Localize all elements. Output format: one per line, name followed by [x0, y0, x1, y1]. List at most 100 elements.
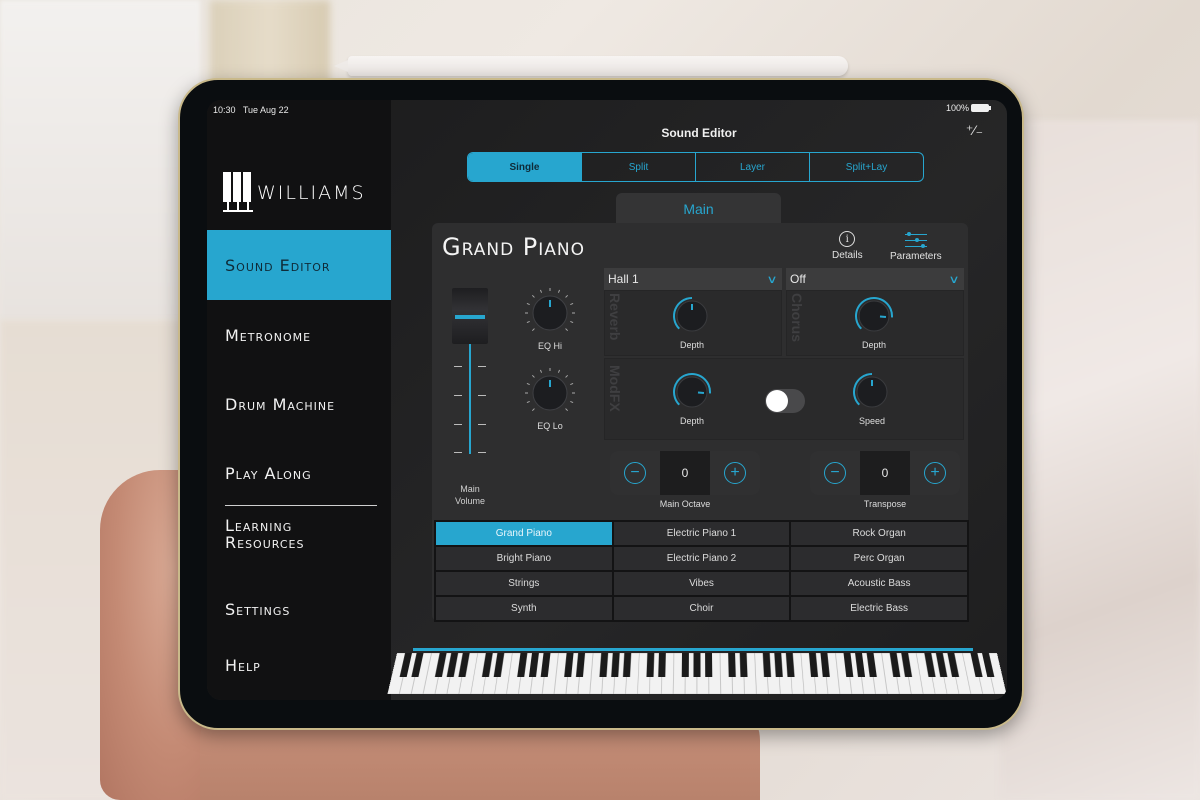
black-key[interactable]: [762, 653, 772, 678]
transpose-stepper: − 0 +: [810, 451, 960, 495]
status-date: Tue Aug 22: [242, 105, 289, 115]
mode-segmented-control: Single Split Layer Split+Lay: [467, 152, 924, 182]
knob-tick: [539, 369, 543, 373]
preset-grid: Grand Piano Electric Piano 1 Rock Organ Bri…: [434, 520, 969, 622]
knob-dial[interactable]: [853, 295, 895, 337]
sidebar-item-learning-resources[interactable]: Learning Resources: [207, 509, 391, 559]
black-key[interactable]: [705, 653, 713, 678]
main-volume-fader[interactable]: [452, 288, 488, 458]
fader-handle[interactable]: [452, 288, 488, 344]
mode-layer[interactable]: Layer: [696, 153, 810, 181]
info-icon: i: [839, 231, 856, 247]
parameters-button[interactable]: Parameters: [890, 231, 942, 262]
knob-dial[interactable]: [520, 365, 580, 425]
preset-synth[interactable]: Synth: [436, 597, 612, 620]
eq-lo-knob[interactable]: EQ Lo: [520, 365, 580, 431]
tablet-screen: 10:30 Tue Aug 22 WILLIAMS Sound Editor Me…: [207, 100, 1007, 700]
chorus-section-label: Chorus: [789, 293, 805, 342]
details-button[interactable]: i Details: [832, 231, 863, 261]
piano-keys-logo-icon: [223, 172, 253, 214]
knob-tick: [526, 382, 530, 386]
modfx-depth-knob[interactable]: Depth: [671, 371, 713, 426]
brand-name: WILLIAMS: [257, 182, 366, 204]
mode-split[interactable]: Split: [582, 153, 696, 181]
magic-wand-icon[interactable]: ⁺⁄₋: [966, 122, 983, 139]
black-key[interactable]: [622, 653, 632, 678]
details-label: Details: [832, 250, 863, 261]
knob-label: EQ Hi: [537, 341, 562, 351]
reverb-section-label: Reverb: [607, 293, 623, 341]
sidebar-item-sound-editor[interactable]: Sound Editor: [207, 230, 391, 300]
status-clock: 10:30: [213, 105, 236, 115]
chorus-section: Chorus Depth: [786, 290, 964, 356]
mode-split-plus-lay[interactable]: Split+Lay: [810, 153, 923, 181]
preset-electric-piano-1[interactable]: Electric Piano 1: [613, 522, 790, 545]
knob-label: Depth: [679, 340, 705, 350]
modfx-toggle[interactable]: [765, 389, 805, 413]
chevron-down-icon: ∨: [948, 273, 960, 286]
knob-tick: [526, 400, 530, 404]
mode-single[interactable]: Single: [468, 153, 582, 181]
knob-dial[interactable]: [671, 371, 713, 413]
preset-electric-piano-2[interactable]: Electric Piano 2: [613, 547, 790, 570]
status-time: 10:30 Tue Aug 22: [213, 105, 289, 115]
octave-increment-button[interactable]: +: [710, 451, 760, 495]
eq-hi-knob[interactable]: EQ Hi: [520, 285, 580, 351]
sidebar-item-play-along[interactable]: Play Along: [207, 438, 391, 508]
black-key[interactable]: [728, 653, 736, 678]
preset-strings[interactable]: Strings: [436, 572, 612, 595]
black-key[interactable]: [739, 653, 748, 678]
knob-dial[interactable]: [851, 371, 893, 413]
knob-tick: [565, 408, 569, 412]
black-key[interactable]: [693, 653, 701, 678]
chorus-type-value: Off: [790, 272, 806, 286]
battery-percent: 100%: [945, 103, 969, 113]
piano-keyboard[interactable]: [387, 653, 1007, 695]
preset-bright-piano[interactable]: Bright Piano: [436, 547, 612, 570]
battery-icon: [971, 104, 991, 112]
black-key[interactable]: [658, 653, 666, 678]
reverb-type-dropdown[interactable]: Hall 1 ∨: [604, 268, 782, 290]
octave-decrement-button[interactable]: −: [610, 451, 660, 495]
knob-dial[interactable]: [671, 295, 713, 337]
sidebar-item-drum-machine[interactable]: Drum Machine: [207, 369, 391, 439]
knob-tick: [565, 294, 569, 298]
preset-vibes[interactable]: Vibes: [613, 572, 790, 595]
knob-label: EQ Lo: [537, 421, 563, 431]
transpose-decrement-button[interactable]: −: [810, 451, 860, 495]
chorus-type-dropdown[interactable]: Off ∨: [786, 268, 964, 290]
preset-perc-organ[interactable]: Perc Organ: [791, 547, 967, 570]
chorus-depth-knob[interactable]: Depth: [853, 295, 895, 350]
knob-tick: [531, 328, 535, 332]
plus-icon: +: [724, 462, 746, 484]
sliders-icon: [904, 231, 927, 249]
knob-tick: [526, 302, 530, 306]
black-key[interactable]: [646, 653, 655, 678]
knob-tick: [570, 302, 574, 306]
preset-grand-piano[interactable]: Grand Piano: [436, 522, 612, 545]
sidebar-item-help[interactable]: Help: [207, 630, 391, 700]
williams-logo: WILLIAMS: [223, 172, 366, 214]
reverb-depth-knob[interactable]: Depth: [671, 295, 713, 350]
transpose-increment-button[interactable]: +: [910, 451, 960, 495]
knob-tick: [570, 382, 574, 386]
main-volume-label: Main Volume: [454, 484, 486, 506]
transpose-value: 0: [860, 451, 910, 495]
knob-tick: [570, 400, 574, 404]
modfx-speed-knob[interactable]: Speed: [851, 371, 893, 426]
preset-acoustic-bass[interactable]: Acoustic Bass: [791, 572, 967, 595]
sidebar-item-label: Sound Editor: [225, 255, 331, 275]
keyboard-range-bar[interactable]: [413, 648, 973, 651]
sidebar: 10:30 Tue Aug 22 WILLIAMS Sound Editor Me…: [207, 100, 391, 700]
preset-choir[interactable]: Choir: [613, 597, 790, 620]
knob-tick: [526, 320, 530, 324]
sidebar-item-metronome[interactable]: Metronome: [207, 300, 391, 370]
preset-electric-bass[interactable]: Electric Bass: [791, 597, 967, 620]
knob-dial[interactable]: [520, 285, 580, 345]
preset-rock-organ[interactable]: Rock Organ: [791, 522, 967, 545]
tab-main[interactable]: Main: [616, 193, 781, 225]
knob-tick: [531, 408, 535, 412]
black-key[interactable]: [681, 653, 689, 678]
knob-tick: [539, 289, 543, 293]
knob-tick: [570, 320, 574, 324]
